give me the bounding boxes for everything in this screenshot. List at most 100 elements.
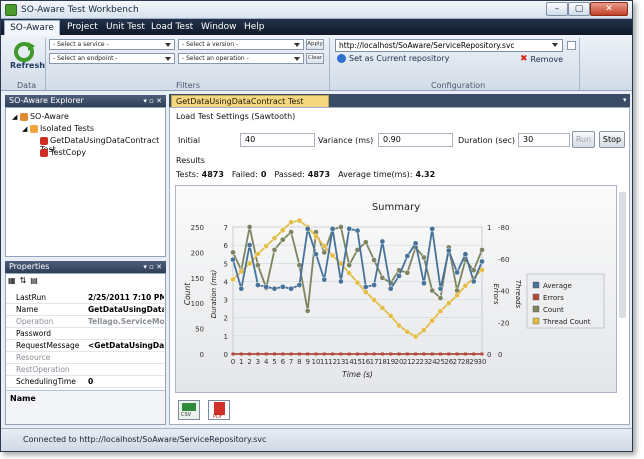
tree-group[interactable]: ◢ Isolated Tests [22, 124, 94, 133]
average-point [354, 227, 361, 234]
menu-load-test[interactable]: Load Test [151, 22, 193, 32]
average-point [379, 238, 386, 245]
legend-swatch-thread-count [532, 317, 540, 325]
window-title: SO-Aware Test Workbench [21, 5, 139, 15]
ribbon-separator [579, 38, 580, 90]
property-key: Name [16, 305, 39, 314]
property-row[interactable]: RestOperation [6, 364, 165, 376]
errors-point [463, 352, 467, 356]
collapse-icon[interactable]: ◢ [22, 125, 27, 133]
thread-count-point [255, 251, 261, 257]
properties-title: Properties [9, 262, 50, 271]
property-row[interactable]: SchedulingTime 0 [6, 376, 165, 388]
set-current-repository-button[interactable]: Set as Current repository [337, 54, 449, 63]
vertical-scrollbar[interactable] [619, 192, 626, 318]
initial-input[interactable]: 40 [240, 133, 315, 147]
export-csv-button[interactable]: CSV [178, 400, 200, 420]
duration-input[interactable]: 30 [518, 133, 570, 147]
errors-point [389, 352, 393, 356]
property-key: Password [16, 329, 52, 338]
legend-label-average: Average [543, 282, 572, 290]
average-point [445, 247, 452, 254]
clear-button[interactable]: Clear [306, 53, 324, 64]
repository-url-input[interactable]: http://localhost/SoAware/ServiceReposito… [335, 39, 563, 52]
errors-point [364, 352, 368, 356]
errors-point [480, 352, 484, 356]
average-point [429, 225, 436, 232]
average-point [412, 240, 419, 247]
thread-count-point [437, 308, 444, 314]
settings-checkbox[interactable] [567, 41, 576, 50]
export-pdf-button[interactable]: PDF [208, 400, 230, 420]
pin-icon[interactable]: ▾ ▫ ✕ [143, 261, 162, 273]
initial-label: Initial [178, 136, 201, 145]
average-point [362, 284, 369, 290]
sort-icon[interactable]: ⇅ [20, 276, 27, 290]
maximize-button[interactable]: ▢ [568, 2, 590, 16]
threads-tick-label: -20 [498, 319, 509, 327]
version-select[interactable]: - Select a version - [178, 39, 304, 50]
property-row[interactable]: LastRun 2/25/2011 7:10 PM [6, 292, 165, 304]
tab-menu-icon[interactable]: ▾ [623, 96, 627, 104]
average-point [304, 225, 311, 232]
tree-item-testcopy[interactable]: TestCopy [40, 148, 86, 157]
menu-project[interactable]: Project [67, 22, 98, 32]
run-button[interactable]: Run [572, 131, 595, 148]
menu-help[interactable]: Help [244, 22, 265, 32]
property-row[interactable]: RequestMessage <GetDataUsingData [6, 340, 165, 352]
operation-select[interactable]: - Select an operation - [178, 53, 304, 64]
chevron-down-icon[interactable] [552, 43, 558, 47]
errors-point [289, 352, 293, 356]
count-point [321, 249, 328, 256]
categorized-icon[interactable]: ▦ [8, 276, 16, 290]
test-icon [40, 136, 48, 145]
property-row[interactable]: Resource [6, 352, 165, 364]
average-point [470, 278, 477, 285]
avg-label: Average time(ms): [338, 170, 413, 179]
average-point [230, 256, 236, 263]
properties-grid: ▦ ⇅ ▤ LastRun 2/25/2011 7:10 PM Name GetDa… [5, 273, 166, 425]
service-select[interactable]: - Select a service - [49, 39, 175, 50]
property-row[interactable]: Name GetDataUsingDataC [6, 304, 165, 316]
errors-point [372, 352, 376, 356]
remove-button[interactable]: ✖ Remove [520, 54, 563, 64]
menu-unit-test[interactable]: Unit Test [106, 22, 145, 32]
count-point [429, 287, 436, 294]
thread-count-point [354, 279, 361, 286]
x-tick-label: 3 [256, 358, 260, 366]
menu-so-aware[interactable]: SO-Aware [4, 20, 60, 36]
x-tick-label: 2 [247, 358, 251, 366]
pin-icon[interactable]: ▾ ▫ ✕ [143, 95, 162, 107]
errors-point [322, 352, 326, 356]
x-tick-label: 1 [239, 358, 243, 366]
close-button[interactable]: ✕ [590, 2, 628, 16]
errors-point [248, 352, 252, 356]
stop-button[interactable]: Stop [599, 131, 625, 148]
apply-button[interactable]: Apply [306, 39, 324, 50]
errors-point [281, 352, 285, 356]
tree-root[interactable]: ◢ SO-Aware [12, 112, 69, 121]
count-point [338, 224, 344, 230]
endpoint-select[interactable]: - Select an endpoint - [49, 53, 175, 64]
count-point [479, 247, 485, 253]
property-key: Resource [16, 353, 51, 362]
count-point [379, 274, 386, 281]
property-row[interactable]: Operation Tellago.ServiceMod [6, 316, 165, 328]
collapse-icon[interactable]: ◢ [12, 113, 17, 121]
average-point [238, 285, 245, 292]
minimize-button[interactable]: – [546, 2, 568, 16]
summary-chart: Summary05010015020025001234567010-20-40-… [183, 202, 605, 379]
so-aware-icon [19, 112, 28, 121]
duration-label: Duration (sec) [458, 136, 516, 145]
property-row[interactable]: Password [6, 328, 165, 340]
legend-swatch-errors [532, 293, 540, 301]
menu-window[interactable]: Window [201, 22, 237, 32]
property-pages-icon[interactable]: ▤ [30, 276, 38, 290]
property-key: Operation [16, 317, 54, 326]
variance-input[interactable]: 0.90 [378, 133, 453, 147]
errors-point [455, 352, 459, 356]
average-point [371, 282, 377, 288]
count-point [255, 262, 261, 268]
thread-count-point [454, 292, 460, 299]
status-bar: Connected to http://localhost/SoAware/Se… [1, 428, 632, 451]
